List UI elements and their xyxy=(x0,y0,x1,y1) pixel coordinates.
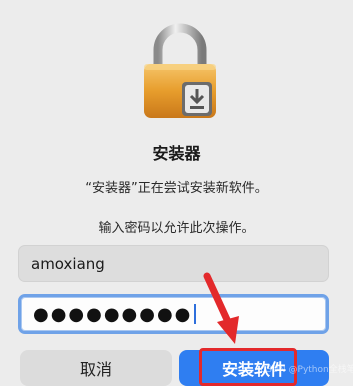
dialog-instruction: 输入密码以允许此次操作。 xyxy=(98,221,255,236)
username-value: amoxiang xyxy=(31,254,105,273)
password-field[interactable]: ●●●●●●●●● xyxy=(18,294,329,334)
dialog-title: 安装器 xyxy=(152,144,201,163)
dialog-message: “安装器”正在尝试安装新软件。 xyxy=(85,181,268,196)
password-dots: ●●●●●●●●● xyxy=(33,303,193,325)
lock-icon xyxy=(144,23,216,118)
red-arrow-icon xyxy=(203,272,239,344)
username-field[interactable]: amoxiang xyxy=(18,245,329,282)
installer-auth-dialog: 安装器 “安装器”正在尝试安装新软件。 输入密码以允许此次操作。 amoxian… xyxy=(0,0,353,386)
watermark: CSDN @Python全栈笔记 xyxy=(260,365,353,375)
cancel-button[interactable]: 取消 xyxy=(20,350,172,386)
